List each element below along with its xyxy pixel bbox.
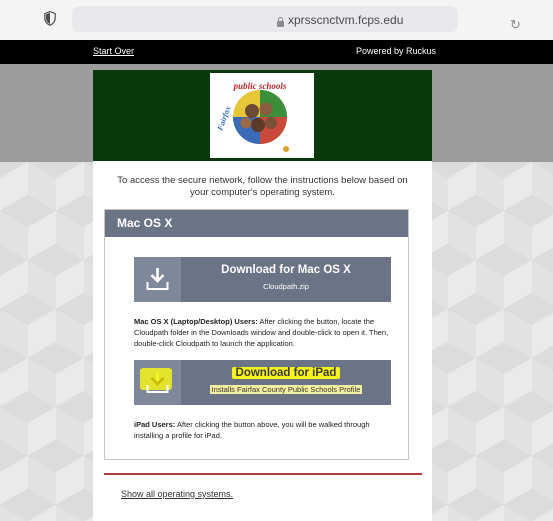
divider xyxy=(104,473,422,475)
svg-text:public schools: public schools xyxy=(233,81,287,91)
download-mac-title: Download for Mac OS X xyxy=(221,264,351,276)
ipad-instructions-label: iPad Users: xyxy=(134,420,176,429)
reload-icon[interactable]: ↻ xyxy=(510,17,521,33)
show-all-os-link[interactable]: Show all operating systems. xyxy=(121,489,233,499)
download-ipad-subtitle: Installs Fairfax County Public Schools P… xyxy=(181,385,391,394)
os-title: Mac OS X xyxy=(117,216,173,230)
download-icon xyxy=(134,360,181,405)
logo-graphic: public schools Fairfax xyxy=(215,81,289,152)
url-text: xprsscnctvm.fcps.edu xyxy=(288,13,404,27)
ipad-instructions: iPad Users: After clicking the button ab… xyxy=(134,419,394,441)
download-ipad-title-text: Download for iPad xyxy=(231,367,341,379)
browser-toolbar: xprsscnctvm.fcps.edu ↻ xyxy=(0,0,553,41)
portal-panel: public schools Fairfax To access the sec… xyxy=(93,70,432,521)
school-logo: public schools Fairfax xyxy=(210,73,314,158)
os-section: Mac OS X Download for Mac OS X Cloudpath… xyxy=(104,209,409,460)
lock-icon xyxy=(277,17,284,27)
mac-instructions-label: Mac OS X (Laptop/Desktop) Users: xyxy=(134,317,258,326)
start-over-link[interactable]: Start Over xyxy=(93,46,134,56)
os-header: Mac OS X xyxy=(105,210,408,237)
intro-text: To access the secure network, follow the… xyxy=(117,175,408,198)
download-mac-button[interactable]: Download for Mac OS X Cloudpath.zip xyxy=(134,257,391,302)
download-mac-subtitle: Cloudpath.zip xyxy=(263,282,309,291)
mac-instructions: Mac OS X (Laptop/Desktop) Users: After c… xyxy=(134,316,394,349)
svg-text:Fairfax: Fairfax xyxy=(215,105,232,133)
top-bar: Start Over Powered by Ruckus xyxy=(0,40,553,64)
powered-by-text: Powered by Ruckus xyxy=(356,46,437,56)
header-banner: public schools Fairfax xyxy=(93,70,432,161)
shield-icon[interactable] xyxy=(44,11,56,26)
download-ipad-title: Download for iPad xyxy=(181,367,391,379)
download-ipad-subtitle-text: Installs Fairfax County Public Schools P… xyxy=(209,385,363,394)
download-ipad-button[interactable]: Download for iPad Installs Fairfax Count… xyxy=(134,360,391,405)
address-bar[interactable]: xprsscnctvm.fcps.edu ↻ xyxy=(72,6,521,32)
download-icon xyxy=(134,257,181,302)
